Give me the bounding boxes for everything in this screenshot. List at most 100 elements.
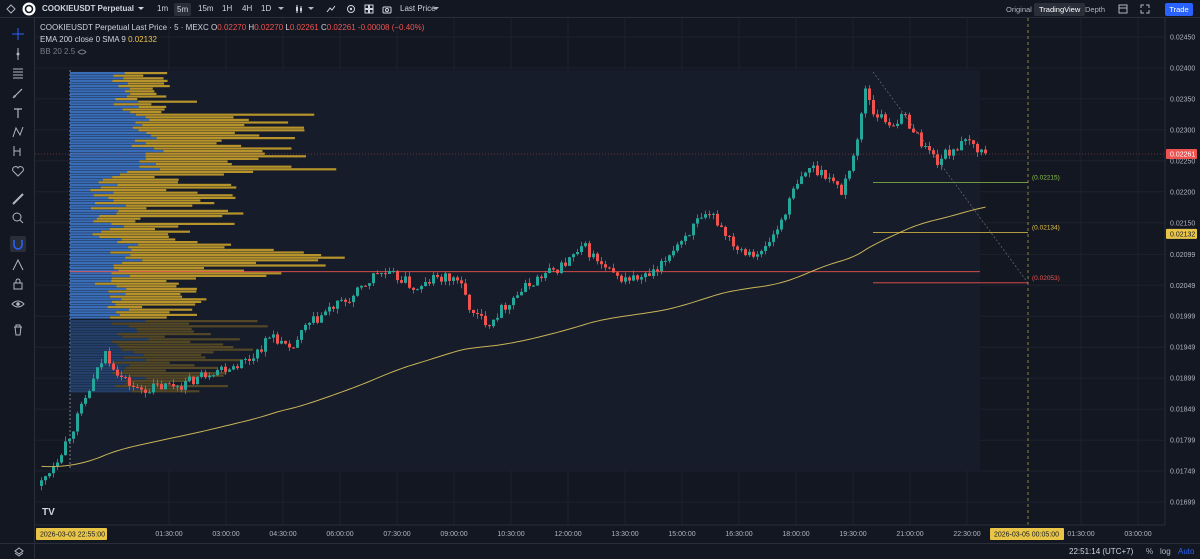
price-tick-label: 0.01749 [1170, 469, 1195, 476]
candle-up [264, 338, 267, 352]
ema-legend-row[interactable]: EMA 200 close 0 SMA 9 0.02132 [40, 34, 424, 46]
price-chart[interactable]: (0.02215) (0.02134) (0.02053) 0.02450 0.0240… [0, 0, 1200, 559]
tradingview-logo: TV [42, 507, 55, 518]
profile-bar-up [70, 139, 135, 142]
profile-bar-up [70, 111, 131, 114]
profile-bar-down [145, 320, 258, 323]
candle-down [876, 114, 879, 118]
time-tick-label: 04:30:00 [269, 531, 296, 538]
candle-up [196, 376, 199, 385]
profile-bar-up [70, 204, 126, 207]
profile-bar-down [116, 311, 170, 314]
candle-up [740, 249, 743, 251]
profile-bar-up [70, 202, 96, 205]
profile-bar-down [149, 118, 249, 121]
profile-bar-up [70, 359, 146, 362]
profile-bar-down [119, 173, 224, 176]
profile-bar-up [70, 142, 146, 145]
candle-down [824, 169, 827, 179]
time-tick-label: 21:00:00 [896, 531, 923, 538]
candle-up [784, 214, 787, 220]
profile-bar-up [70, 118, 150, 121]
profile-bar-up [70, 220, 94, 223]
candle-up [960, 141, 963, 151]
candle-up [684, 235, 687, 242]
percent-toggle[interactable]: % [1146, 547, 1153, 556]
candle-up [256, 349, 259, 359]
profile-bar-up [70, 343, 118, 346]
profile-bar-down [145, 152, 265, 155]
candle-up [700, 217, 703, 219]
level-label: (0.02053) [1032, 275, 1060, 282]
candle-up [492, 319, 495, 327]
profile-bar-up [70, 348, 123, 351]
profile-bar-down [122, 335, 165, 338]
profile-bar-up [70, 320, 146, 323]
candle-down [136, 387, 139, 389]
profile-bar-up [70, 194, 94, 197]
auto-toggle[interactable]: Auto [1178, 547, 1194, 556]
candle-down [160, 384, 163, 390]
profile-bar-up [70, 251, 111, 254]
clock-time[interactable]: 22:51:14 (UTC+7) [1069, 547, 1133, 556]
candle-down [364, 285, 367, 287]
candle-up [44, 476, 47, 481]
candle-down [112, 363, 115, 370]
candle-up [420, 286, 423, 290]
profile-bar-up [70, 155, 146, 158]
time-tick-label: 15:00:00 [668, 531, 695, 538]
candle-up [848, 170, 851, 179]
profile-bar-up [70, 225, 124, 228]
candle-up [760, 250, 763, 255]
candle-down [128, 377, 131, 386]
profile-bar-down [145, 157, 259, 160]
candle-up [100, 363, 103, 368]
eye-icon[interactable] [77, 48, 88, 56]
profile-bar-down [129, 364, 195, 367]
profile-bar-up [70, 105, 139, 108]
profile-bar-up [70, 222, 112, 225]
price-tick-label: 0.01699 [1170, 500, 1195, 507]
candle-up [672, 250, 675, 256]
legend-title-row: COOKIEUSDT Perpetual Last Price · 5 · ME… [40, 22, 424, 34]
profile-bar-down [102, 178, 179, 181]
candle-up [40, 480, 43, 486]
layers-icon[interactable] [14, 547, 24, 559]
profile-bar-down [127, 170, 254, 173]
profile-bar-down [145, 142, 217, 145]
profile-bar-down [143, 353, 202, 356]
candle-down [916, 132, 919, 134]
bottom-bar: 22:51:14 (UTC+7) % log Auto [0, 543, 1200, 559]
price-tick-label: 0.02099 [1170, 252, 1195, 259]
profile-bar-up [70, 303, 116, 306]
profile-bar-up [70, 228, 110, 231]
profile-bar-up [70, 374, 129, 377]
candle-down [868, 88, 871, 100]
bb-legend-row[interactable]: BB 20 2.5 [40, 46, 424, 58]
candle-up [444, 273, 447, 282]
candle-down [344, 299, 347, 302]
profile-bar-up [70, 264, 114, 267]
profile-bar-up [70, 356, 124, 359]
candle-up [88, 391, 91, 398]
last-price-label: 0.02261 [1170, 152, 1195, 159]
profile-bar-up [70, 157, 146, 160]
candle-up [812, 165, 815, 168]
candle-up [844, 178, 847, 195]
profile-bar-up [70, 351, 134, 354]
profile-bar-up [70, 387, 145, 390]
price-tick-label: 0.01899 [1170, 376, 1195, 383]
candle-up [188, 376, 191, 382]
profile-bar-down [110, 316, 167, 319]
profile-bar-down [101, 230, 191, 233]
log-toggle[interactable]: log [1160, 547, 1171, 556]
profile-bar-down [130, 111, 162, 114]
candle-down [552, 268, 555, 270]
profile-bar-up [70, 191, 114, 194]
profile-bar-down [111, 222, 235, 225]
profile-bar-up [70, 189, 91, 192]
profile-bar-down [98, 181, 178, 184]
profile-bar-up [70, 243, 139, 246]
candle-down [144, 389, 147, 393]
candle-up [252, 358, 255, 361]
